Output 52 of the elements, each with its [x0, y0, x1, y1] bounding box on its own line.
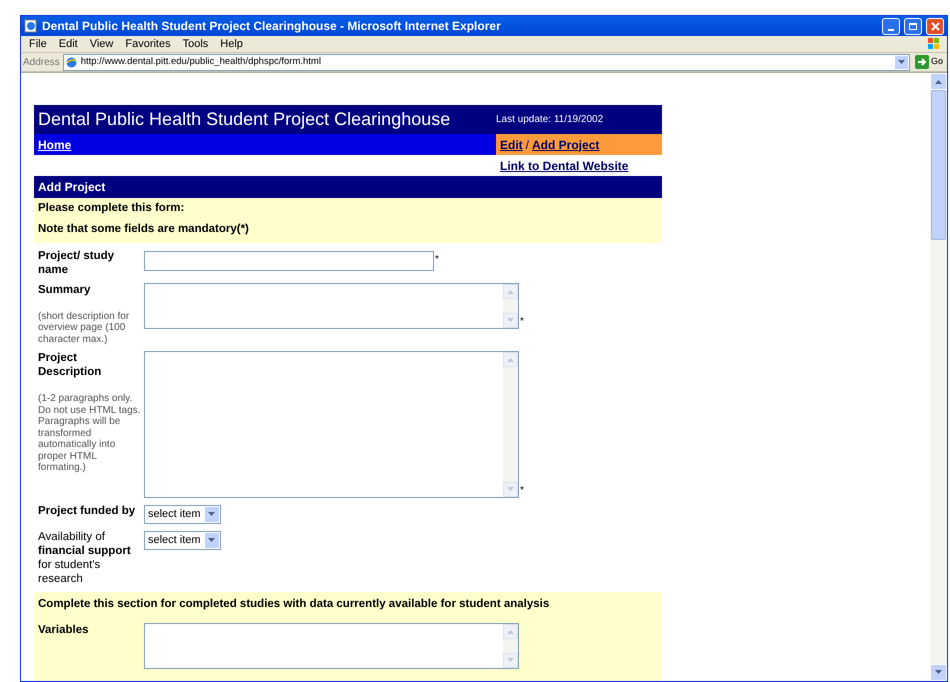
page-icon	[64, 56, 78, 68]
menu-item[interactable]: File	[23, 36, 53, 52]
menu-item[interactable]: View	[84, 36, 120, 52]
field-label: Availability of financial support for student's research	[38, 530, 132, 586]
select-dropdown[interactable]: select item	[144, 531, 221, 550]
edit-link[interactable]: Edit	[500, 136, 523, 154]
add-project-link[interactable]: Add Project	[532, 136, 600, 154]
dental-website-link[interactable]: Link to Dental Website	[500, 156, 628, 174]
minimize-button[interactable]	[882, 18, 900, 34]
restore-button[interactable]	[904, 18, 922, 34]
close-icon	[930, 22, 940, 30]
vertical-scrollbar[interactable]	[930, 73, 947, 681]
form-note: Note that some fields are mandatory(*)	[38, 222, 250, 238]
address-field[interactable]: http://www.dental.pitt.edu/public_health/dphspc/form.html	[62, 54, 910, 70]
menu-item[interactable]: Help	[214, 36, 249, 52]
field-label: Project/ study name	[38, 248, 116, 276]
field-label: Variables	[38, 623, 90, 638]
up-caret-icon	[935, 79, 942, 84]
menu-item[interactable]: Favorites	[119, 36, 177, 52]
section-title: Add Project	[38, 179, 106, 196]
field-hint: (1-2 paragraphs only. Do not use HTML tags. Paragraphs will be transformed automatically into proper HTML formating.)	[38, 393, 142, 474]
menu-item[interactable]: Tools	[176, 36, 214, 52]
home-link[interactable]: Home	[38, 136, 72, 154]
window-title: Dental Public Health Student Project Clearinghouse - Microsoft Internet Explorer	[42, 18, 502, 35]
section-heading: Complete this section for completed studies with data currently available for student analysis	[38, 597, 550, 612]
scroll-thumb[interactable]	[931, 90, 946, 240]
windows-logo-icon	[927, 37, 941, 51]
required-mark: *	[519, 316, 524, 326]
last-update: Last update: 11/19/2002	[496, 113, 604, 127]
menu-item[interactable]: Edit	[52, 36, 84, 52]
site-title: Dental Public Health Student Project Clearinghouse	[37, 108, 452, 131]
field-label: Project Description	[38, 351, 102, 379]
form-note: Please complete this form:	[38, 201, 186, 216]
field-label: Project funded by	[38, 504, 136, 518]
down-caret-icon	[507, 487, 514, 492]
required-mark: *	[519, 486, 524, 496]
field-label: Summary	[38, 282, 92, 296]
text-input[interactable]	[144, 250, 434, 270]
close-button[interactable]	[926, 18, 944, 34]
browser-page-icon	[24, 19, 38, 33]
field-hint: (short description for overview page (100 character max.)	[38, 310, 130, 345]
select-dropdown[interactable]: select item	[144, 505, 221, 524]
up-caret-icon	[507, 288, 514, 294]
down-caret-icon	[507, 658, 514, 664]
down-caret-icon	[507, 318, 514, 322]
up-caret-icon	[507, 357, 514, 362]
link-separator: /	[526, 136, 530, 154]
address-label: Address	[23, 56, 60, 70]
up-caret-icon	[507, 629, 514, 634]
required-mark: *	[434, 254, 439, 264]
down-caret-icon	[935, 670, 942, 675]
go-button[interactable]: Go	[912, 55, 945, 69]
